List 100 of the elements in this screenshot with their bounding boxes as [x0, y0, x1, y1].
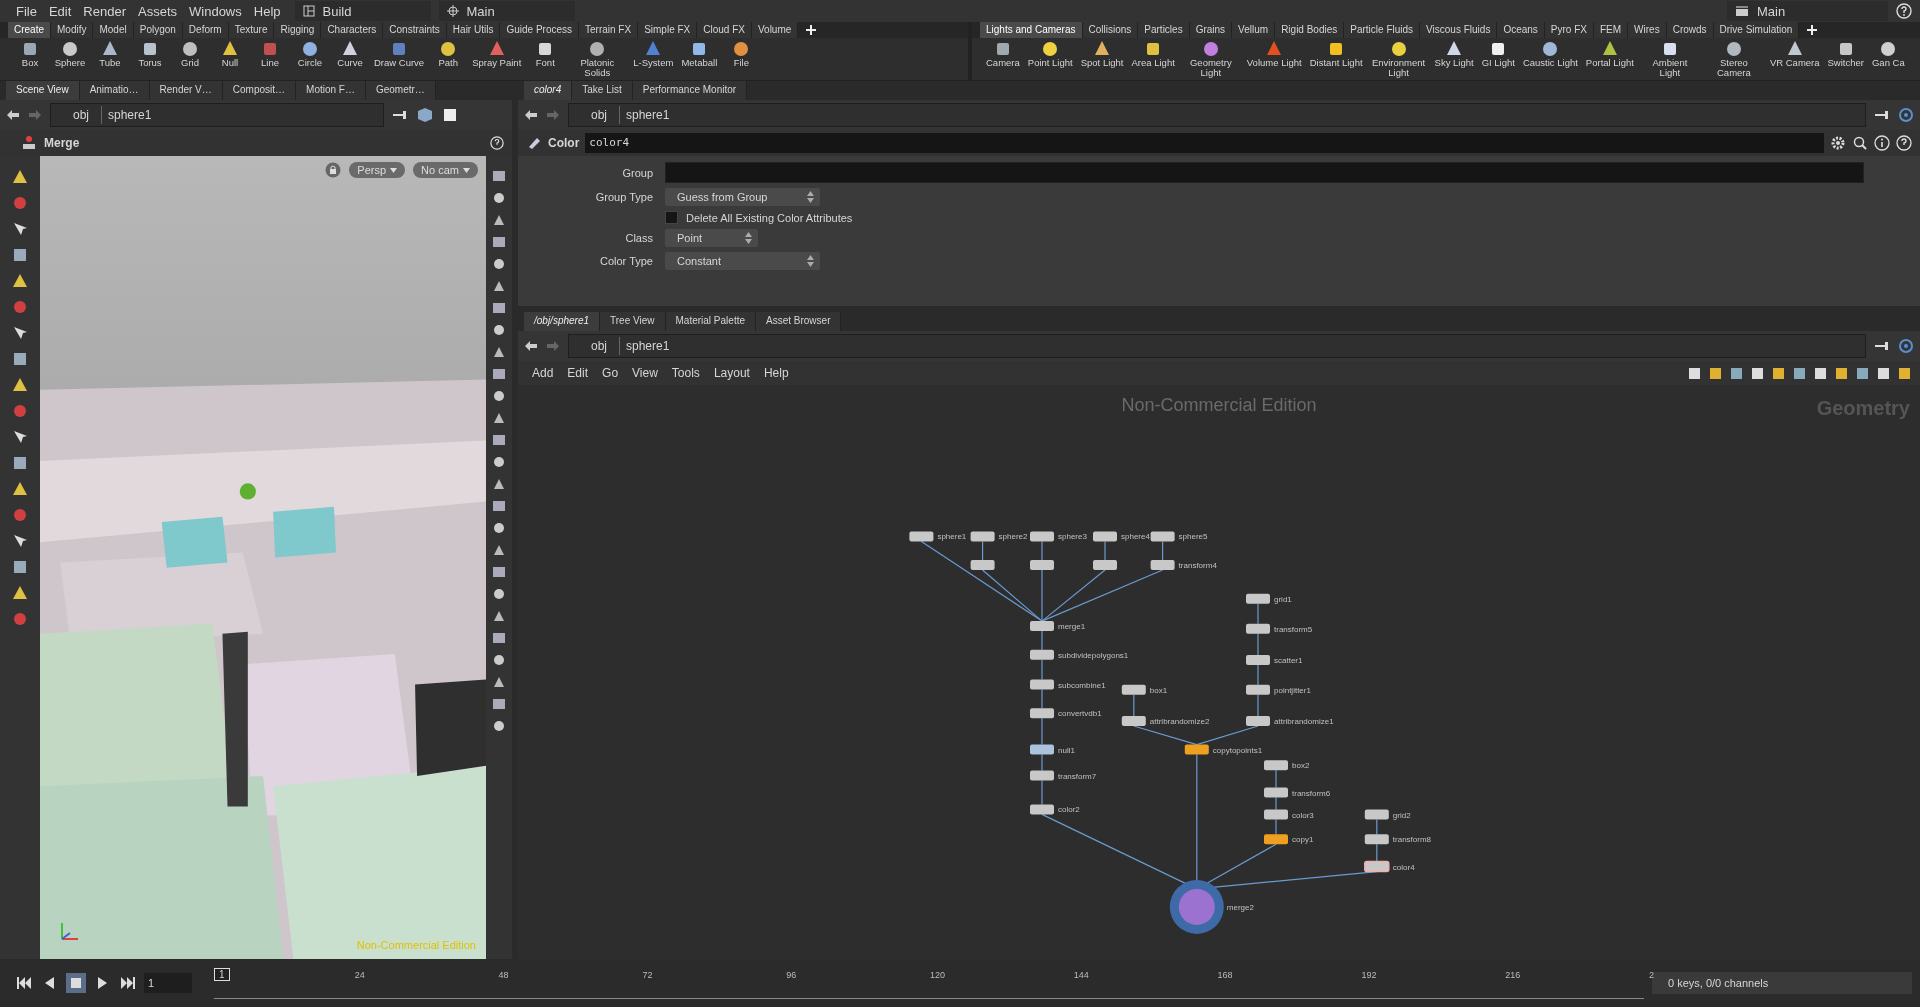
- frame-field[interactable]: 1: [144, 973, 192, 993]
- menu-item[interactable]: Render: [77, 3, 132, 19]
- graph-node[interactable]: [1030, 621, 1054, 632]
- toolbar-icon[interactable]: [1897, 365, 1912, 381]
- shelf-tool[interactable]: Platonic Solids: [569, 40, 626, 78]
- tool-icon[interactable]: [491, 300, 507, 316]
- graph-node[interactable]: [1150, 560, 1175, 570]
- checkbox[interactable]: [665, 211, 678, 224]
- lock-icon[interactable]: [325, 162, 342, 178]
- tool-icon[interactable]: [11, 558, 29, 576]
- pane-tab[interactable]: Composit…: [222, 81, 297, 100]
- shelf-tool[interactable]: Portal Light: [1585, 40, 1634, 68]
- merge-icon[interactable]: [20, 134, 38, 152]
- shelf-tab[interactable]: Polygon: [133, 22, 183, 38]
- graph-node[interactable]: [1264, 834, 1288, 845]
- pane-tab[interactable]: Geometr…: [365, 81, 436, 100]
- menu-item[interactable]: Go: [602, 366, 627, 380]
- pin-icon[interactable]: [1874, 109, 1890, 121]
- pane-tab[interactable]: Scene View: [6, 81, 80, 100]
- path-bar[interactable]: obj sphere1: [50, 103, 384, 127]
- plus-icon[interactable]: [806, 25, 817, 35]
- shelf-tab[interactable]: Hair Utils: [446, 22, 501, 38]
- toolbar-icon[interactable]: [1750, 365, 1765, 381]
- current-frame-marker[interactable]: 1: [214, 967, 230, 981]
- shelf-tool[interactable]: Caustic Light: [1522, 40, 1578, 68]
- toolbar-icon[interactable]: [1834, 365, 1849, 381]
- tool-icon[interactable]: [11, 584, 29, 602]
- tool-icon[interactable]: [491, 234, 507, 250]
- pane-tab[interactable]: Asset Browser: [756, 312, 842, 331]
- tool-icon[interactable]: [11, 272, 29, 290]
- tool-icon[interactable]: [11, 246, 29, 264]
- node-name-field[interactable]: color4: [585, 133, 1824, 153]
- shelf-tool[interactable]: Gan Ca: [1871, 40, 1905, 68]
- toolbar-icon[interactable]: [1876, 365, 1891, 381]
- shelf-tab[interactable]: Rigid Bodies: [1275, 22, 1345, 38]
- graph-node[interactable]: [1178, 888, 1215, 925]
- shelf-tool[interactable]: VR Camera: [1769, 40, 1820, 68]
- dropdown[interactable]: Constant: [665, 252, 820, 270]
- tool-icon[interactable]: [491, 520, 507, 536]
- pane-tab[interactable]: Animatio…: [79, 81, 150, 100]
- graph-node[interactable]: [1121, 684, 1146, 695]
- pin-icon[interactable]: [392, 109, 408, 121]
- tool-icon[interactable]: [491, 696, 507, 712]
- help-icon[interactable]: [490, 136, 504, 150]
- shelf-tab[interactable]: Guide Process: [500, 22, 579, 38]
- toolbar-icon[interactable]: [1687, 365, 1702, 381]
- shelf-tab[interactable]: Texture: [228, 22, 275, 38]
- target-icon[interactable]: [1898, 338, 1914, 354]
- graph-node[interactable]: [1246, 716, 1270, 726]
- graph-node[interactable]: [1030, 744, 1054, 755]
- shelf-tool[interactable]: Draw Curve: [374, 40, 425, 68]
- menu-item[interactable]: Layout: [713, 366, 758, 380]
- shelf-tab[interactable]: Modify: [51, 22, 94, 38]
- pane-tab[interactable]: color4: [524, 81, 573, 100]
- shelf-tool[interactable]: Ambient Light: [1641, 40, 1698, 78]
- toolbar-icon[interactable]: [1855, 365, 1870, 381]
- menu-item[interactable]: Assets: [132, 3, 183, 19]
- input-field[interactable]: [665, 162, 1864, 183]
- shelf-tab[interactable]: Simple FX: [638, 22, 698, 38]
- shelf-tab[interactable]: Cloud FX: [697, 22, 752, 38]
- shelf-tool[interactable]: Curve: [334, 40, 366, 68]
- graph-node[interactable]: [909, 531, 934, 542]
- shelf-tool[interactable]: Spray Paint: [472, 40, 522, 68]
- desktop-dropdown[interactable]: Build: [294, 1, 431, 21]
- workspace-dropdown[interactable]: Main: [1727, 1, 1888, 21]
- graph-node[interactable]: [1030, 560, 1054, 570]
- tool-icon[interactable]: [491, 366, 507, 382]
- shelf-tab[interactable]: Crowds: [1666, 22, 1714, 38]
- menu-item[interactable]: View: [632, 366, 666, 380]
- shelf-tab[interactable]: Viscous Fluids: [1420, 22, 1498, 38]
- graph-node[interactable]: [1121, 716, 1146, 726]
- back-icon[interactable]: [524, 109, 538, 121]
- tool-icon[interactable]: [491, 652, 507, 668]
- square-icon[interactable]: [442, 107, 458, 123]
- shelf-tool[interactable]: Path: [432, 40, 465, 68]
- back-icon[interactable]: [6, 109, 20, 121]
- pane-tab[interactable]: Tree View: [600, 312, 666, 331]
- shelf-tab[interactable]: Grains: [1189, 22, 1233, 38]
- shelf-tab[interactable]: Lights and Cameras: [980, 22, 1083, 38]
- tool-icon[interactable]: [491, 586, 507, 602]
- tool-icon[interactable]: [491, 564, 507, 580]
- graph-node[interactable]: [970, 560, 995, 570]
- shelf-tool[interactable]: Point Light: [1027, 40, 1073, 68]
- graph-node[interactable]: [1030, 649, 1054, 660]
- shelf-tool[interactable]: File: [725, 40, 758, 68]
- tool-icon[interactable]: [491, 322, 507, 338]
- graph-node[interactable]: [1030, 708, 1054, 719]
- path-bar[interactable]: obj sphere1: [568, 334, 1866, 358]
- tool-icon[interactable]: [11, 454, 29, 472]
- view-menu[interactable]: Persp: [349, 162, 406, 178]
- tool-icon[interactable]: [491, 168, 507, 184]
- menu-item[interactable]: Tools: [671, 366, 708, 380]
- shelf-tool[interactable]: Grid: [174, 40, 206, 68]
- shelf-tool[interactable]: Switcher: [1827, 40, 1864, 68]
- shelf-tool[interactable]: Camera: [986, 40, 1020, 68]
- pane-tab[interactable]: Motion F…: [296, 81, 366, 100]
- shelf-tool[interactable]: Stereo Camera: [1705, 40, 1762, 78]
- shelf-tool[interactable]: Line: [254, 40, 286, 68]
- graph-node[interactable]: [1364, 860, 1390, 873]
- shelf-tab[interactable]: Oceans: [1497, 22, 1545, 38]
